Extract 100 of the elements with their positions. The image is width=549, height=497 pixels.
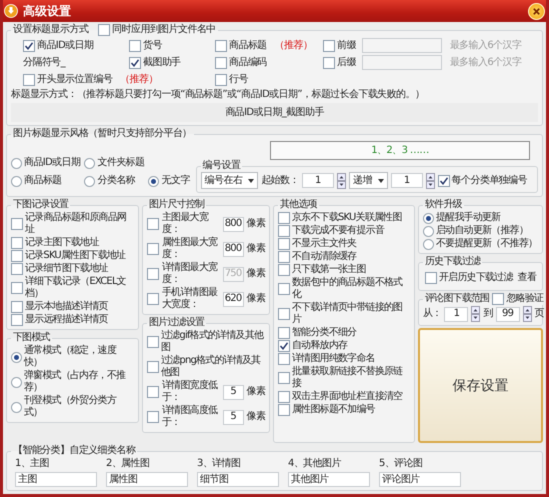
checkbox-label: 记录SKU属性图下载地址 [25, 250, 126, 262]
checkbox-label: 数据包中的商品标题不格式化 [292, 277, 404, 301]
radio-button[interactable] [11, 176, 22, 186]
checkbox[interactable] [278, 238, 290, 250]
radio-button[interactable] [148, 176, 160, 186]
input-field[interactable]: 其他图片 [288, 472, 370, 487]
input-field[interactable]: 800 [222, 242, 244, 256]
checkbox[interactable] [425, 272, 437, 284]
checkbox[interactable] [11, 250, 23, 262]
radio-button[interactable] [423, 212, 434, 224]
view-link[interactable]: 查看 [518, 272, 536, 284]
field-label: 3、详情图 [197, 458, 242, 470]
checkbox[interactable] [11, 263, 23, 275]
input-field[interactable] [362, 38, 442, 53]
checkbox[interactable] [129, 40, 141, 52]
radio-button[interactable] [11, 376, 22, 388]
group-title: 图片过滤设置 [149, 317, 204, 329]
checkbox[interactable] [11, 218, 23, 230]
checkbox[interactable] [147, 218, 159, 230]
checkbox[interactable] [278, 353, 290, 365]
input-field[interactable]: 1 [302, 173, 334, 188]
checkbox-label: 不自动清除缓存 [292, 251, 356, 263]
checkbox-label: 过滤gif格式的详情及其他图 [161, 330, 265, 354]
group-title: 【智能分类】自定义细类名称 [13, 445, 136, 457]
radio-button[interactable] [84, 158, 96, 168]
input-field[interactable]: 属性图 [106, 472, 188, 487]
dropdown[interactable]: 编号在右 [200, 172, 258, 189]
checkbox[interactable] [323, 40, 335, 52]
checkbox[interactable] [23, 74, 35, 86]
checkbox[interactable] [11, 314, 23, 326]
checkbox[interactable] [278, 264, 290, 276]
dropdown[interactable]: 递增 [348, 172, 388, 189]
checkbox[interactable] [11, 301, 23, 313]
checkbox[interactable] [11, 282, 23, 294]
checkbox[interactable] [11, 237, 23, 249]
radio-button[interactable] [423, 238, 434, 250]
spinner-icon[interactable] [522, 306, 532, 322]
checkbox[interactable] [98, 24, 110, 36]
radio-button[interactable] [11, 158, 22, 168]
checkbox[interactable] [278, 251, 290, 263]
checkbox-label: 批量获取新链接不替换原链接 [292, 366, 404, 390]
checkbox[interactable] [147, 336, 159, 348]
checkbox[interactable] [147, 293, 159, 305]
checkbox-label: 记录主图下载地址 [25, 237, 99, 249]
spinner-icon[interactable] [426, 172, 435, 188]
input-field[interactable]: 620 [222, 292, 244, 306]
checkbox-label: 货号 [143, 40, 162, 52]
input-field[interactable]: 5 [222, 384, 244, 400]
group-title: 历史下载过滤 [425, 256, 480, 268]
checkbox[interactable] [23, 40, 35, 52]
radio-button[interactable] [11, 402, 22, 412]
checkbox[interactable] [129, 56, 141, 68]
checkbox[interactable] [438, 174, 450, 186]
group-title: 编号设置 [202, 160, 240, 172]
checkbox-label: 主图最大宽度： [162, 212, 210, 236]
input-field[interactable]: 细节图 [197, 472, 279, 487]
checkbox-label: 前缀 [337, 40, 356, 52]
checkbox[interactable] [147, 361, 159, 373]
radio-label: 刊登模式（外贸分类方式） [24, 395, 118, 419]
input-field[interactable]: 1 [444, 306, 468, 322]
input-field[interactable]: 主图 [15, 472, 97, 487]
input-field[interactable]: 800 [222, 216, 244, 232]
checkbox[interactable] [278, 225, 290, 237]
radio-button[interactable] [11, 352, 22, 362]
radio-button[interactable] [84, 176, 96, 186]
checkbox[interactable] [215, 56, 227, 68]
checkbox[interactable] [215, 40, 227, 52]
checkbox[interactable] [278, 327, 290, 339]
checkbox[interactable] [492, 293, 504, 305]
checkbox[interactable] [215, 74, 227, 86]
spinner-icon[interactable] [471, 306, 480, 322]
checkbox-label: 行号 [229, 74, 248, 86]
checkbox-label: 下载完成不要有提示音 [292, 225, 384, 237]
checkbox-label: 过滤png格式的详情及其他图 [161, 355, 262, 379]
input-field[interactable]: 5 [222, 410, 244, 424]
save-button[interactable]: 保存设置 [418, 328, 543, 443]
spinner-icon[interactable] [336, 172, 346, 188]
radio-button[interactable] [423, 226, 434, 236]
group-title: 评论图下载范围 [425, 293, 490, 305]
group-title: 下图记录设置 [13, 199, 68, 211]
input-field[interactable]: 1 [390, 173, 423, 188]
checkbox[interactable] [147, 386, 159, 398]
window-title: 高级设置 [23, 5, 72, 17]
checkbox[interactable] [278, 404, 290, 416]
input-field[interactable] [362, 55, 442, 70]
checkbox[interactable] [278, 308, 290, 320]
checkbox[interactable] [323, 56, 335, 68]
input-field[interactable]: 99 [496, 306, 520, 322]
close-button[interactable] [528, 2, 545, 20]
checkbox[interactable] [147, 411, 159, 423]
input-field[interactable]: 评论图片 [379, 472, 461, 487]
checkbox[interactable] [278, 391, 290, 403]
checkbox[interactable] [278, 372, 290, 384]
checkbox-label: 只下载第一张主图 [292, 264, 366, 276]
checkbox[interactable] [278, 283, 290, 295]
checkbox[interactable] [278, 212, 290, 224]
checkbox-label: 商品ID或日期 [37, 40, 94, 52]
checkbox[interactable] [147, 243, 159, 255]
checkbox[interactable] [278, 340, 290, 352]
checkbox-label: 截图助手 [143, 56, 181, 68]
